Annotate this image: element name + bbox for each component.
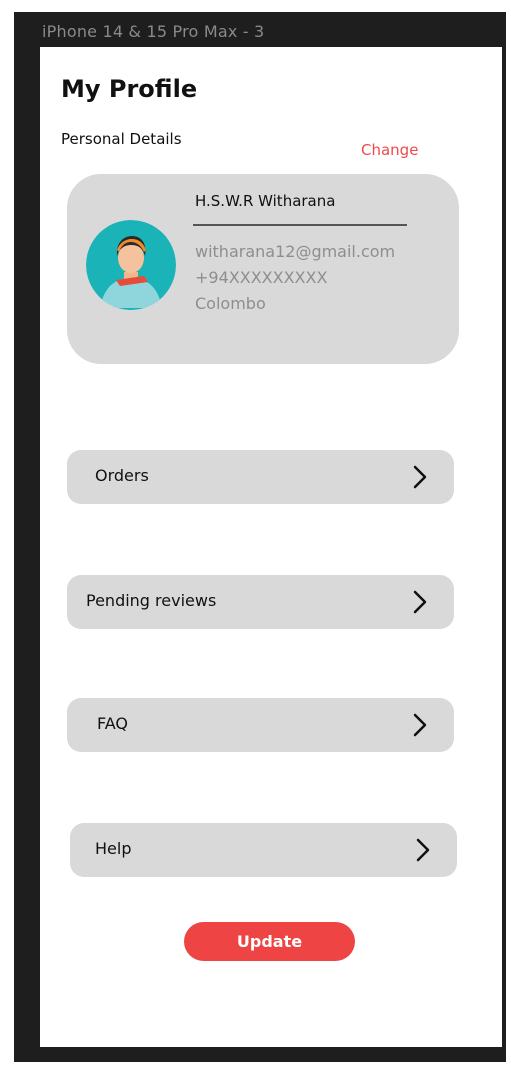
profile-phone: +94XXXXXXXXX (195, 268, 328, 287)
menu-item-pending-reviews[interactable]: Pending reviews (67, 575, 454, 629)
change-link[interactable]: Change (361, 141, 418, 159)
chevron-right-icon (416, 838, 430, 862)
name-divider (193, 224, 407, 226)
menu-item-help[interactable]: Help (70, 823, 457, 877)
menu-item-label: FAQ (97, 714, 128, 733)
avatar-illustration-icon (86, 220, 176, 310)
profile-card: H.S.W.R Witharana witharana12@gmail.com … (67, 174, 459, 364)
profile-name: H.S.W.R Witharana (195, 192, 336, 210)
chevron-right-icon (413, 465, 427, 489)
personal-details-heading: Personal Details (61, 130, 182, 148)
avatar (86, 220, 176, 310)
profile-city: Colombo (195, 294, 266, 313)
menu-item-orders[interactable]: Orders (67, 450, 454, 504)
profile-email: witharana12@gmail.com (195, 242, 396, 261)
menu-item-label: Help (95, 839, 132, 858)
menu-item-label: Pending reviews (86, 591, 217, 610)
menu-item-label: Orders (95, 466, 149, 485)
frame-label: iPhone 14 & 15 Pro Max - 3 (42, 22, 265, 41)
phone-screen: My Profile Personal Details Change H.S.W… (40, 47, 502, 1047)
page-title: My Profile (61, 75, 198, 103)
update-button[interactable]: Update (184, 922, 355, 961)
menu-item-faq[interactable]: FAQ (67, 698, 454, 752)
chevron-right-icon (413, 713, 427, 737)
chevron-right-icon (413, 590, 427, 614)
